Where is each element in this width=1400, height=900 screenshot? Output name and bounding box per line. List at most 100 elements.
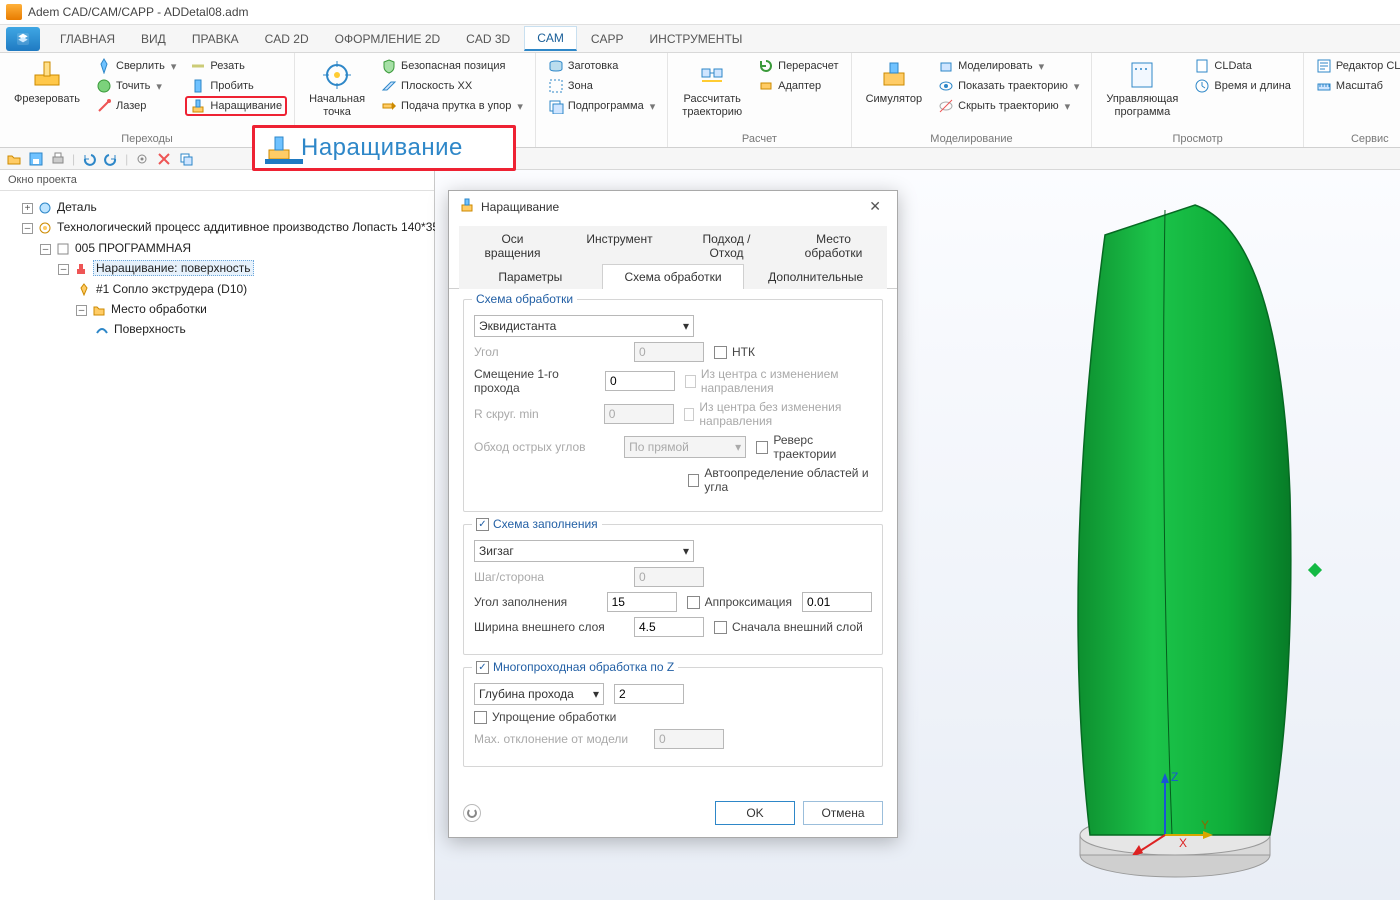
dialog-tabs: Оси вращения Инструмент Подход / Отход М… xyxy=(449,226,897,289)
qat-copy-icon[interactable] xyxy=(178,151,194,167)
dialog-close-button[interactable]: ✕ xyxy=(863,198,887,215)
planexx-button[interactable]: Плоскость XX xyxy=(377,77,527,95)
cut-button[interactable]: Резать xyxy=(186,57,286,75)
menu-tools[interactable]: ИНСТРУМЕНТЫ xyxy=(638,28,755,50)
ok-button[interactable]: OK xyxy=(715,801,795,825)
recalc-traj-button[interactable]: Рассчитать траекторию xyxy=(676,57,748,120)
tab-axes[interactable]: Оси вращения xyxy=(459,226,566,265)
fill-enable-checkbox[interactable]: ✓ xyxy=(476,518,489,531)
mill-button[interactable]: Фрезеровать xyxy=(8,57,86,108)
tab-place[interactable]: Место обработки xyxy=(780,226,887,265)
autodet-checkbox[interactable]: Автоопределение областей и угла xyxy=(688,466,872,494)
menu-edit[interactable]: ПРАВКА xyxy=(180,28,251,50)
svg-text:Y: Y xyxy=(1201,818,1209,832)
punch-icon xyxy=(190,78,206,94)
project-panel: Окно проекта +Деталь –Технологический пр… xyxy=(0,170,435,900)
multipass-enable-checkbox[interactable]: ✓ xyxy=(476,661,489,674)
scheme-select[interactable]: Эквидистанта▾ xyxy=(474,315,694,337)
rmin-input[interactable] xyxy=(604,404,674,424)
drill-button[interactable]: Сверлить▾ xyxy=(92,57,180,75)
sharpen-button[interactable]: Точить▾ xyxy=(92,77,180,95)
section-fill: ✓Схема заполнения Зигзаг▾ Шаг/сторона Уг… xyxy=(463,524,883,655)
simulator-button[interactable]: Симулятор xyxy=(860,57,929,108)
fill-scheme-select[interactable]: Зигзаг▾ xyxy=(474,540,694,562)
depth-select[interactable]: Глубина прохода▾ xyxy=(474,683,604,705)
buildup-button[interactable]: Наращивание xyxy=(186,97,286,115)
tree-node-surface[interactable]: Поверхность xyxy=(94,319,430,339)
project-tree[interactable]: +Деталь –Технологический процесс аддитив… xyxy=(0,191,434,346)
app-menu-button[interactable] xyxy=(6,27,40,51)
sub-icon xyxy=(548,98,564,114)
qat-undo-icon[interactable] xyxy=(81,151,97,167)
cldata-editor-button[interactable]: Редактор CLData xyxy=(1312,57,1400,75)
zone-icon xyxy=(548,78,564,94)
cancel-button[interactable]: Отмена xyxy=(803,801,883,825)
laser-button[interactable]: Лазер xyxy=(92,97,180,115)
refresh-icon[interactable] xyxy=(463,804,481,822)
recalc-button[interactable]: Перерасчет xyxy=(754,57,842,75)
qat-open-icon[interactable] xyxy=(6,151,22,167)
menu-main[interactable]: ГЛАВНАЯ xyxy=(48,28,127,50)
qat-gear-icon[interactable] xyxy=(134,151,150,167)
tree-node-program[interactable]: –005 ПРОГРАММНАЯ –Наращивание: поверхнос… xyxy=(40,238,430,340)
scale-button[interactable]: Масштаб xyxy=(1312,77,1400,95)
subprogram-button[interactable]: Подпрограмма▾ xyxy=(544,97,659,115)
fill-angle-input[interactable] xyxy=(607,592,677,612)
qat-delete-icon[interactable] xyxy=(156,151,172,167)
cut-icon xyxy=(190,58,206,74)
nc-icon xyxy=(1126,59,1158,91)
menu-view[interactable]: ВИД xyxy=(129,28,178,50)
maxdev-input[interactable] xyxy=(654,729,724,749)
hide-traj-button[interactable]: Скрыть траекторию▾ xyxy=(934,97,1083,115)
tab-approach[interactable]: Подход / Отход xyxy=(673,226,780,265)
tab-params[interactable]: Параметры xyxy=(459,264,602,289)
dialog-buildup: Наращивание ✕ Оси вращения Инструмент По… xyxy=(448,190,898,838)
approx-checkbox[interactable]: Аппроксимация xyxy=(687,595,792,609)
angle-input[interactable] xyxy=(634,342,704,362)
step-input[interactable] xyxy=(634,567,704,587)
tree-node-tool[interactable]: #1 Сопло экструдера (D10) xyxy=(76,279,430,299)
outer-width-input[interactable] xyxy=(634,617,704,637)
nc-program-button[interactable]: Управляющая программа xyxy=(1100,57,1184,120)
model-button[interactable]: Моделировать▾ xyxy=(934,57,1083,75)
menu-cad2d[interactable]: CAD 2D xyxy=(253,28,321,50)
menu-format2d[interactable]: ОФОРМЛЕНИЕ 2D xyxy=(323,28,453,50)
show-traj-button[interactable]: Показать траекторию▾ xyxy=(934,77,1083,95)
punch-button[interactable]: Пробить xyxy=(186,77,286,95)
ntk-checkbox[interactable]: НТК xyxy=(714,345,755,359)
safe-pos-button[interactable]: Безопасная позиция xyxy=(377,57,527,75)
tree-node-part[interactable]: +Деталь xyxy=(22,197,430,217)
tree-node-place[interactable]: –Место обработки Поверхность xyxy=(76,299,430,340)
chevron-down-icon: ▾ xyxy=(735,440,741,454)
approx-input[interactable] xyxy=(802,592,872,612)
tree-node-process[interactable]: –Технологический процесс аддитивное прои… xyxy=(22,217,430,339)
feed-button[interactable]: Подача прутка в упор▾ xyxy=(377,97,527,115)
cldata-button[interactable]: CLData xyxy=(1190,57,1295,75)
qat-save-icon[interactable] xyxy=(28,151,44,167)
menu-cad3d[interactable]: CAD 3D xyxy=(454,28,522,50)
depth-input[interactable] xyxy=(614,684,684,704)
reverse-checkbox[interactable]: Реверс траектории xyxy=(756,433,872,461)
shift-input[interactable] xyxy=(605,371,675,391)
zone-button[interactable]: Зона xyxy=(544,77,659,95)
tab-tool[interactable]: Инструмент xyxy=(566,226,673,265)
model-icon xyxy=(938,58,954,74)
blank-button[interactable]: Заготовка xyxy=(544,57,659,75)
dialog-titlebar[interactable]: Наращивание ✕ xyxy=(449,191,897,222)
startpoint-button[interactable]: Начальная точка xyxy=(303,57,371,120)
simplify-checkbox[interactable]: Упрощение обработки xyxy=(474,710,616,724)
corners-select: По прямой▾ xyxy=(624,436,746,458)
tab-scheme[interactable]: Схема обработки xyxy=(602,264,745,289)
ribbon-group-sim: Симулятор Моделировать▾ Показать траекто… xyxy=(852,53,1093,147)
menu-cam[interactable]: CAM xyxy=(524,26,577,51)
outer-first-checkbox[interactable]: Сначала внешний слой xyxy=(714,620,863,634)
tab-additional[interactable]: Дополнительные xyxy=(744,264,887,289)
chevron-down-icon: ▾ xyxy=(683,544,689,558)
qat-redo-icon[interactable] xyxy=(103,151,119,167)
qat-print-icon[interactable] xyxy=(50,151,66,167)
adapter-button[interactable]: Адаптер xyxy=(754,77,842,95)
menu-capp[interactable]: CAPP xyxy=(579,28,636,50)
time-length-button[interactable]: Время и длина xyxy=(1190,77,1295,95)
tree-node-buildup[interactable]: –Наращивание: поверхность #1 Сопло экстр… xyxy=(58,258,430,340)
section-multipass: ✓Многопроходная обработка по Z Глубина п… xyxy=(463,667,883,767)
